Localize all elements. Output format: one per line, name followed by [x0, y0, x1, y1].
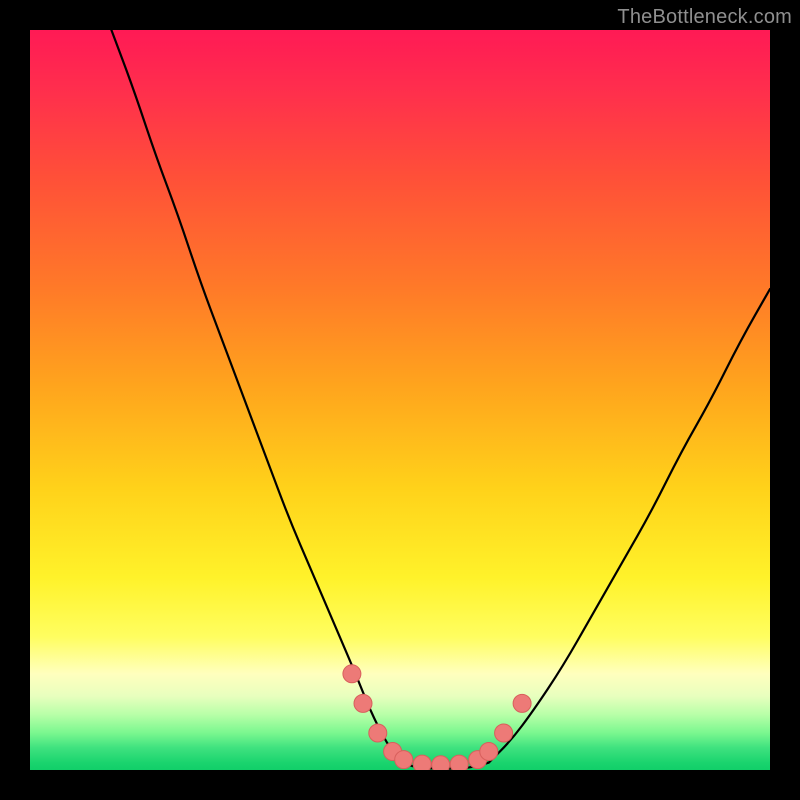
- trough-marker: [413, 755, 431, 770]
- trough-marker: [343, 665, 361, 683]
- chart-frame: TheBottleneck.com: [0, 0, 800, 800]
- trough-marker: [395, 751, 413, 769]
- trough-marker: [450, 755, 468, 770]
- trough-markers: [343, 665, 531, 770]
- watermark-text: TheBottleneck.com: [617, 6, 792, 29]
- trough-marker: [480, 743, 498, 761]
- bottleneck-curve: [111, 30, 770, 769]
- trough-marker: [432, 756, 450, 770]
- plot-area: [30, 30, 770, 770]
- curve-layer: [30, 30, 770, 770]
- trough-marker: [369, 724, 387, 742]
- trough-marker: [495, 724, 513, 742]
- trough-marker: [513, 694, 531, 712]
- trough-marker: [354, 694, 372, 712]
- curve-path: [111, 30, 770, 769]
